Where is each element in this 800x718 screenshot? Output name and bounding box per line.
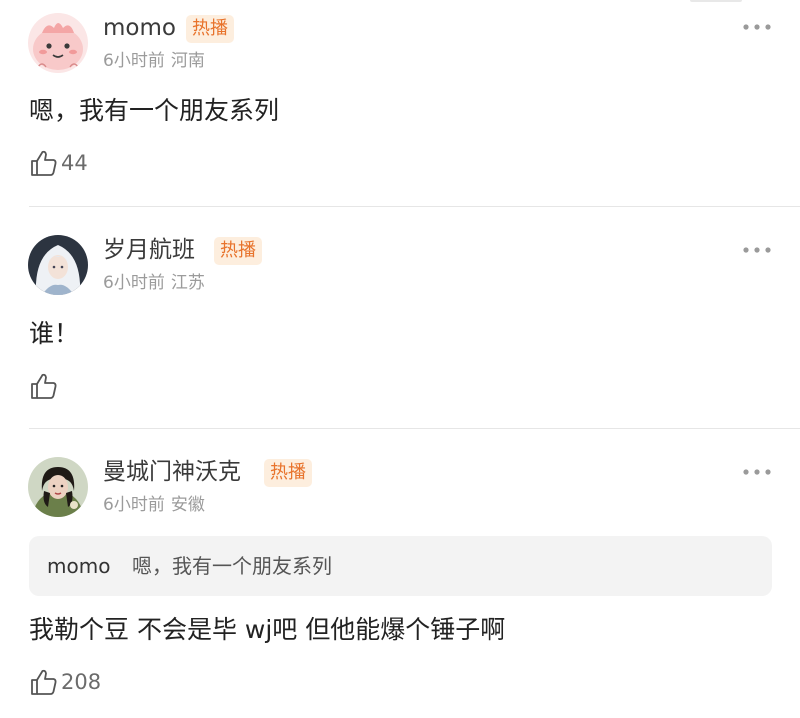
more-options-button[interactable] [742,464,772,480]
avatar[interactable] [28,13,88,73]
username[interactable]: 岁月航班 [103,235,195,265]
comment-meta: 6小时前 安徽 [103,494,205,516]
like-button[interactable]: 208 [29,667,101,697]
timestamp: 6小时前 [103,495,165,515]
more-options-button[interactable] [742,19,772,35]
hot-badge: 热播 [214,237,262,265]
timestamp: 6小时前 [103,273,165,293]
comment-item: momo 热播 6小时前 河南 嗯，我有一个朋友系列 44 [0,0,800,206]
quoted-text: 嗯，我有一个朋友系列 [132,554,332,578]
timestamp: 6小时前 [103,51,165,71]
comment-text: 谁！ [29,319,80,348]
woman-portrait-avatar-image [28,457,88,517]
comment-text: 嗯，我有一个朋友系列 [29,96,280,125]
hot-badge: 热播 [264,459,312,487]
comment-item: 曼城门神沃克 热播 6小时前 安徽 momo 嗯，我有一个朋友系列 我勒个豆 不会… [0,429,800,718]
location: 河南 [170,51,205,71]
username[interactable]: momo [103,13,176,43]
more-dots-icon [743,247,771,253]
comment-item: 岁月航班 热播 6小时前 江苏 谁！ [0,207,800,428]
like-count: 44 [61,151,88,175]
more-dots-icon [743,24,771,30]
quoted-reply[interactable]: momo 嗯，我有一个朋友系列 [29,536,772,596]
thumbs-up-icon [31,373,57,399]
comment-meta: 6小时前 江苏 [103,272,205,294]
thumbs-up-icon [31,150,57,176]
white-hair-character-avatar-image [28,235,88,295]
pink-character-avatar-image [28,13,88,73]
comment-meta: 6小时前 河南 [103,50,205,72]
more-dots-icon [743,469,771,475]
quoted-username: momo [47,554,111,578]
comment-text: 我勒个豆 不会是毕 wj吧 但他能爆个锤子啊 [29,615,506,644]
hot-badge: 热播 [186,15,234,43]
avatar[interactable] [28,235,88,295]
thumbs-up-icon [31,669,57,695]
like-button[interactable] [29,371,61,401]
location: 江苏 [170,273,205,293]
like-button[interactable]: 44 [29,148,88,178]
username[interactable]: 曼城门神沃克 [103,457,241,487]
like-count: 208 [61,670,102,694]
avatar[interactable] [28,457,88,517]
location: 安徽 [170,495,205,515]
more-options-button[interactable] [742,242,772,258]
